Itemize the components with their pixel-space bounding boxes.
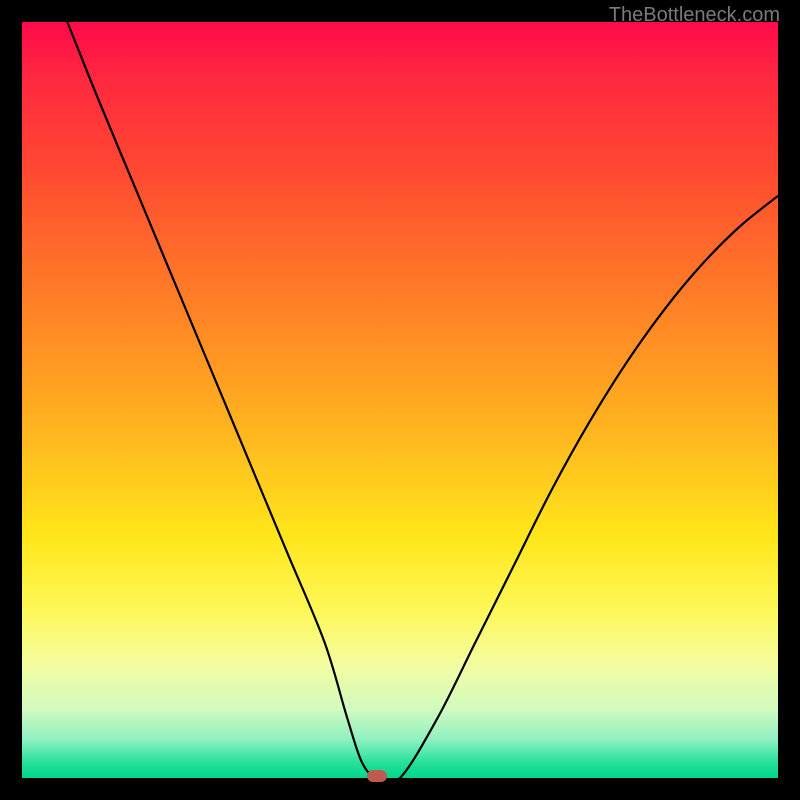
min-marker <box>367 770 387 782</box>
data-curve <box>67 22 778 778</box>
watermark-text: TheBottleneck.com <box>609 4 780 27</box>
chart-container: TheBottleneck.com <box>0 0 800 800</box>
curve-layer <box>22 22 778 778</box>
